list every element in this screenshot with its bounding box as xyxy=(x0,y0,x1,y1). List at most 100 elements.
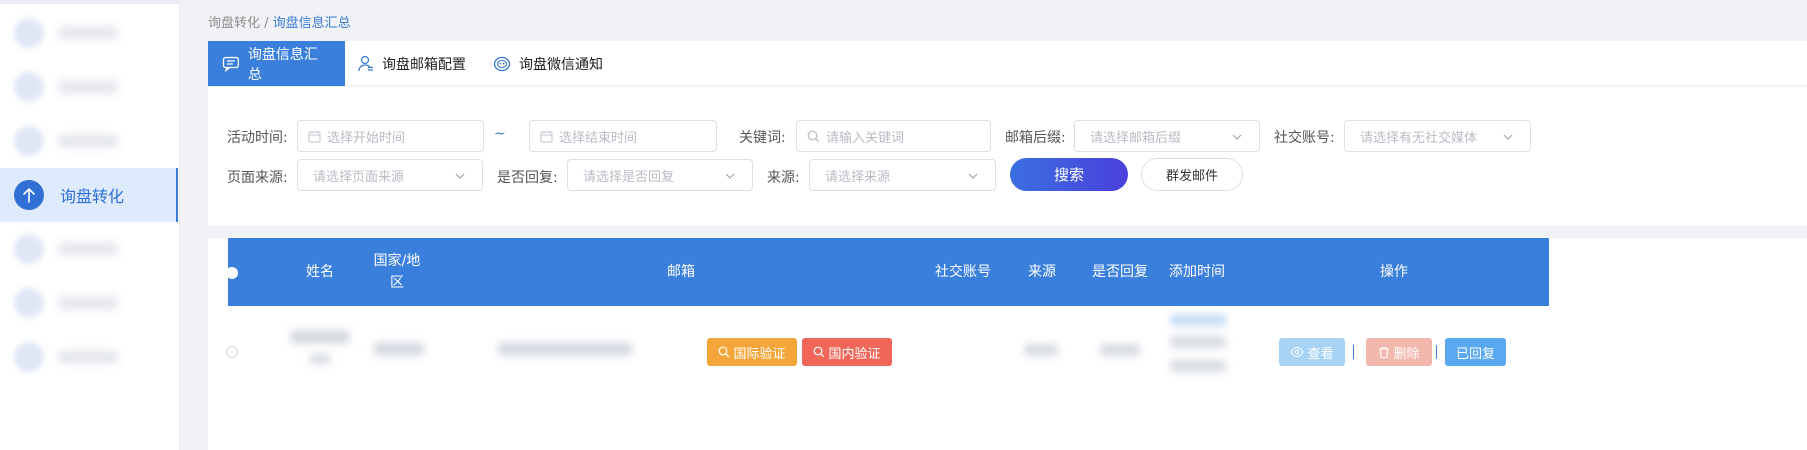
chevron-down-icon xyxy=(1503,134,1513,140)
mass-email-button[interactable]: 群发邮件 xyxy=(1141,158,1243,191)
col-header-social[interactable]: 社交账号 xyxy=(926,238,1000,306)
sidebar-item-label-blurred xyxy=(58,26,118,40)
wechat-icon xyxy=(493,56,511,71)
search-button[interactable]: 搜索 xyxy=(1010,158,1128,191)
tab-inquiry-email-config[interactable]: 询盘邮箱配置 xyxy=(358,41,466,86)
sidebar-item-blurred-6[interactable] xyxy=(0,330,178,384)
action-divider xyxy=(1436,345,1437,359)
sidebar-item-icon xyxy=(14,288,44,318)
chevron-down-icon xyxy=(455,173,465,179)
chat-icon xyxy=(222,56,239,72)
chevron-down-icon xyxy=(1232,134,1242,140)
keyword-label: 关键词: xyxy=(739,130,786,146)
tab-label: 询盘邮箱配置 xyxy=(382,56,466,73)
col-header-email[interactable]: 邮箱 xyxy=(628,238,734,306)
sidebar-item-label-blurred xyxy=(58,296,118,310)
added-time-cell-blurred xyxy=(1170,360,1226,372)
sidebar-item-blurred-5[interactable] xyxy=(0,276,178,330)
intl-verify-label: 国际验证 xyxy=(733,346,786,362)
sidebar-item-blurred-2[interactable] xyxy=(0,60,178,114)
eye-icon xyxy=(1290,346,1305,358)
replied-label: 是否回复: xyxy=(497,170,558,186)
country-cell-blurred xyxy=(374,342,424,356)
domestic-verify-button[interactable]: 国内验证 xyxy=(802,338,892,366)
keyword-input[interactable]: 请输入关键词 xyxy=(796,120,991,152)
sidebar-item-blurred-4[interactable] xyxy=(0,222,178,276)
sidebar-item-blurred-3[interactable] xyxy=(0,114,178,168)
delete-button[interactable]: 删除 xyxy=(1366,338,1432,366)
chevron-down-icon xyxy=(968,173,978,179)
added-time-cell-blurred xyxy=(1170,314,1226,326)
replied-status-button[interactable]: 已回复 xyxy=(1445,338,1506,366)
breadcrumb: 询盘转化 / 询盘信息汇总 xyxy=(208,12,351,31)
tab-inquiry-wechat-notify[interactable]: 询盘微信通知 xyxy=(493,41,603,86)
sidebar-item-icon xyxy=(14,342,44,372)
sidebar-item-label-blurred xyxy=(58,134,118,148)
email-suffix-label: 邮箱后缀: xyxy=(1005,130,1066,146)
col-header-source[interactable]: 来源 xyxy=(1018,238,1066,306)
action-divider xyxy=(1353,345,1354,359)
breadcrumb-parent[interactable]: 询盘转化 xyxy=(208,16,260,31)
table-header: 姓名 国家/地区 邮箱 社交账号 来源 是否回复 添加时间 操作 xyxy=(226,238,1549,306)
calendar-icon xyxy=(308,130,321,142)
page-source-label: 页面来源: xyxy=(227,170,288,186)
delete-label: 删除 xyxy=(1393,346,1420,362)
start-time-placeholder: 选择开始时间 xyxy=(327,130,406,146)
breadcrumb-separator: / xyxy=(260,16,273,31)
activity-time-label: 活动时间: xyxy=(227,130,288,146)
tab-label: 询盘信息汇总 xyxy=(247,46,318,83)
replied-cell-blurred xyxy=(1100,344,1140,356)
sidebar: 询盘转化 xyxy=(0,0,180,450)
source-placeholder: 请选择来源 xyxy=(825,169,891,185)
social-account-placeholder: 请选择有无社交媒体 xyxy=(1360,130,1478,146)
email-cell-blurred xyxy=(498,342,632,356)
chevron-down-icon xyxy=(725,173,735,179)
filter-panel: 活动时间: 选择开始时间 ~ 选择结束时间 关键词: 请输入关键词 邮箱后缀: … xyxy=(208,87,1807,226)
name-cell-blurred xyxy=(290,330,350,344)
sidebar-item-label-blurred xyxy=(58,242,118,256)
sidebar-item-label-blurred xyxy=(58,80,118,94)
email-suffix-select[interactable]: 请选择邮箱后缀 xyxy=(1074,120,1260,152)
sidebar-item-icon xyxy=(14,18,44,48)
added-time-cell-blurred xyxy=(1170,336,1226,348)
row-checkbox[interactable] xyxy=(226,346,238,358)
view-button[interactable]: 查看 xyxy=(1279,338,1345,366)
arrow-up-icon xyxy=(14,180,44,210)
sidebar-item-icon xyxy=(14,234,44,264)
col-header-replied[interactable]: 是否回复 xyxy=(1084,238,1156,306)
search-icon xyxy=(814,346,825,358)
col-header-actions: 操作 xyxy=(1380,264,1408,280)
tab-inquiry-summary[interactable]: 询盘信息汇总 xyxy=(208,41,345,86)
table-row: 国际验证 国内验证 查看 删除 已回复 xyxy=(226,306,1549,398)
social-account-label: 社交账号: xyxy=(1274,130,1335,146)
replied-status-label: 已回复 xyxy=(1455,346,1495,362)
range-separator: ~ xyxy=(494,126,506,142)
replied-select[interactable]: 请选择是否回复 xyxy=(567,159,753,191)
search-icon xyxy=(807,130,820,142)
user-config-icon xyxy=(358,55,373,71)
sidebar-item-icon xyxy=(14,72,44,102)
source-select[interactable]: 请选择来源 xyxy=(809,159,996,191)
sidebar-item-blurred-1[interactable] xyxy=(0,6,178,60)
source-label: 来源: xyxy=(767,170,800,186)
inquiry-table: 姓名 国家/地区 邮箱 社交账号 来源 是否回复 添加时间 操作 国际验证 国内… xyxy=(208,238,1807,450)
sidebar-item-icon xyxy=(14,126,44,156)
tab-label: 询盘微信通知 xyxy=(519,56,603,73)
domestic-verify-label: 国内验证 xyxy=(828,346,881,362)
tab-bar: 询盘信息汇总 询盘邮箱配置 询盘微信通知 xyxy=(208,41,1807,86)
sidebar-item-inquiry-conversion[interactable]: 询盘转化 xyxy=(0,168,178,222)
calendar-icon xyxy=(540,130,553,142)
replied-placeholder: 请选择是否回复 xyxy=(583,169,675,185)
select-all-checkbox[interactable] xyxy=(226,267,238,279)
col-header-name[interactable]: 姓名 xyxy=(298,238,342,306)
page-source-select[interactable]: 请选择页面来源 xyxy=(297,159,483,191)
source-cell-blurred xyxy=(1024,344,1058,356)
intl-verify-button[interactable]: 国际验证 xyxy=(707,338,797,366)
social-account-select[interactable]: 请选择有无社交媒体 xyxy=(1344,120,1531,152)
col-header-country[interactable]: 国家/地区 xyxy=(368,238,426,306)
search-icon xyxy=(719,346,730,358)
name-cell-blurred xyxy=(310,354,330,364)
end-time-picker[interactable]: 选择结束时间 xyxy=(529,120,717,152)
col-header-added-time[interactable]: 添加时间 xyxy=(1162,238,1232,306)
start-time-picker[interactable]: 选择开始时间 xyxy=(297,120,484,152)
